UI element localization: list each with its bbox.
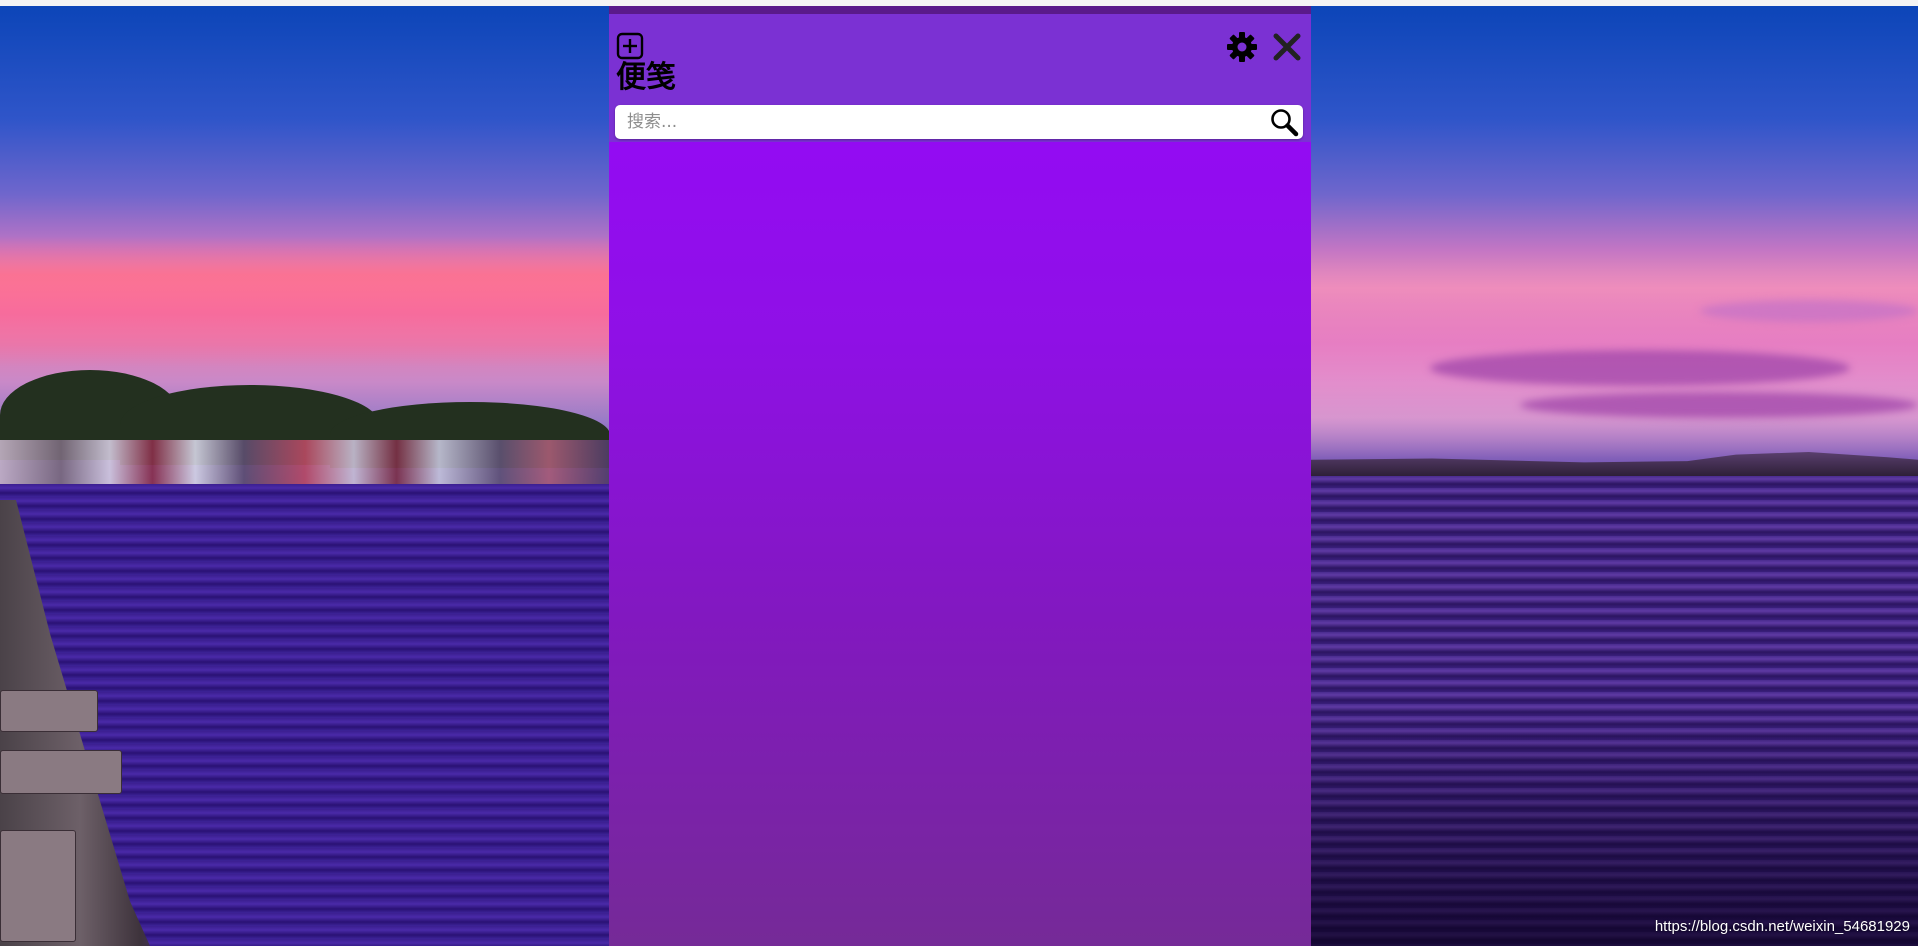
search-icon[interactable] xyxy=(1269,107,1299,137)
panel-top-border xyxy=(609,6,1311,14)
sunset-glow-left xyxy=(0,236,610,366)
notes-list-area xyxy=(609,142,1311,946)
water-right xyxy=(1311,476,1918,946)
plus-square-icon[interactable] xyxy=(616,32,644,60)
cloud xyxy=(1430,350,1850,386)
search-bar xyxy=(615,105,1303,139)
quay-stone xyxy=(0,750,122,794)
page-title: 便笺 xyxy=(616,60,676,95)
cloud xyxy=(1520,392,1918,418)
quay-stone xyxy=(0,830,76,942)
desktop-scene: 便笺 搜索... https://blog.csdn.net/weixin_54… xyxy=(0,0,1918,946)
notes-panel: 便笺 xyxy=(609,6,1311,946)
close-icon[interactable] xyxy=(1272,32,1302,62)
panel-header: 便笺 xyxy=(609,14,1311,142)
watermark-url: https://blog.csdn.net/weixin_54681929 xyxy=(1654,918,1910,935)
quay-stone xyxy=(0,690,98,732)
cloud xyxy=(1700,300,1918,322)
search-input[interactable] xyxy=(623,105,1261,139)
town-buildings xyxy=(0,440,610,484)
gear-icon[interactable] xyxy=(1226,31,1258,63)
